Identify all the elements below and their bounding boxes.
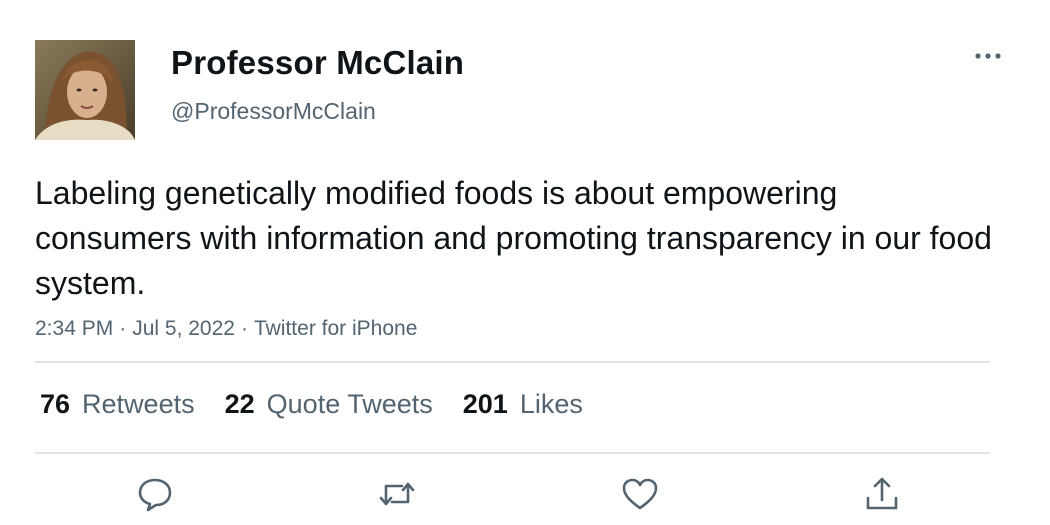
tweet-time[interactable]: 2:34 PM — [35, 317, 113, 340]
retweet-button[interactable] — [377, 474, 417, 514]
meta-separator: · — [240, 317, 248, 340]
retweets-label: Retweets — [82, 389, 195, 419]
display-name[interactable]: Professor McClain — [171, 42, 464, 84]
likes-count: 201 — [462, 389, 508, 419]
avatar[interactable] — [35, 40, 135, 140]
retweets-count: 76 — [40, 389, 71, 419]
divider — [35, 361, 990, 363]
divider — [35, 452, 990, 454]
heart-icon — [622, 478, 658, 510]
retweet-icon — [379, 482, 415, 506]
tweet-meta: 2:34 PM · Jul 5, 2022 · Twitter for iPhone — [35, 314, 417, 344]
quote-tweets-count: 22 — [224, 389, 255, 419]
more-horizontal-icon[interactable] — [974, 48, 1002, 64]
tweet-text: Labeling genetically modified foods is a… — [35, 175, 992, 301]
reply-icon — [138, 478, 172, 512]
likes-label: Likes — [519, 389, 583, 419]
tweet-source[interactable]: Twitter for iPhone — [254, 317, 417, 340]
user-handle[interactable]: @ProfessorMcClain — [171, 96, 376, 126]
like-button[interactable] — [620, 474, 660, 514]
quote-tweets-label: Quote Tweets — [266, 389, 433, 419]
tweet-date[interactable]: Jul 5, 2022 — [132, 317, 235, 340]
reply-button[interactable] — [135, 474, 175, 514]
retweets-stat[interactable]: 76 Retweets — [40, 385, 195, 423]
share-icon — [866, 477, 898, 510]
quote-tweets-stat[interactable]: 22 Quote Tweets — [225, 385, 433, 423]
share-button[interactable] — [862, 474, 902, 514]
meta-separator: · — [119, 317, 127, 340]
engagement-stats: 76 Retweets 22 Quote Tweets 201 Likes — [40, 385, 613, 425]
tweet-card: Professor McClain @ProfessorMcClain Labe… — [0, 0, 1050, 525]
likes-stat[interactable]: 201 Likes — [463, 385, 583, 423]
